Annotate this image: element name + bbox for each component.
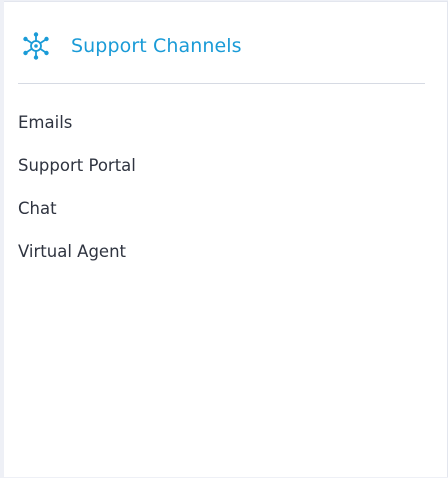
support-channels-panel: Support Channels Emails Support Portal C…: [4, 1, 448, 477]
header-divider: [18, 83, 425, 84]
network-hub-icon: [20, 30, 52, 62]
channel-item-emails[interactable]: Emails: [18, 110, 136, 153]
channel-item-virtual-agent[interactable]: Virtual Agent: [18, 239, 136, 282]
panel-title: Support Channels: [71, 35, 242, 57]
channel-item-chat[interactable]: Chat: [18, 196, 136, 239]
panel-header: Support Channels: [20, 28, 242, 64]
channel-list: Emails Support Portal Chat Virtual Agent: [18, 110, 136, 282]
channel-item-support-portal[interactable]: Support Portal: [18, 153, 136, 196]
